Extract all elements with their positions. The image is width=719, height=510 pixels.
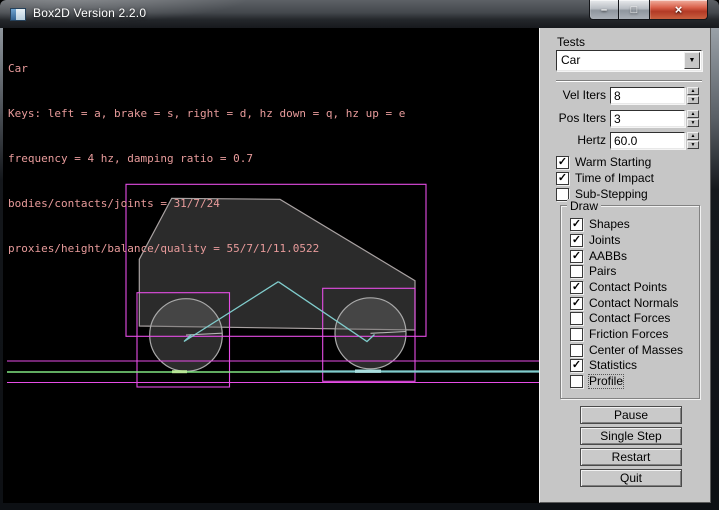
minimize-icon: – xyxy=(601,1,607,19)
app-icon xyxy=(10,8,26,21)
spinner-down-button[interactable]: ▼ xyxy=(687,119,699,127)
spinner-down-icon: ▼ xyxy=(691,98,696,103)
maximize-button[interactable]: □ xyxy=(619,0,649,20)
checkbox-box[interactable]: ✓ xyxy=(556,156,569,169)
control-panel: Tests Car ▼ Vel Iters ▲ ▼ Pos Iters ▲ ▼ … xyxy=(539,28,711,503)
checkbox-label: Statistics xyxy=(589,359,637,372)
checkbox-label: Friction Forces xyxy=(589,328,668,341)
checkbox-box[interactable]: ✓ xyxy=(570,218,583,231)
checkbox-label: Time of Impact xyxy=(575,172,654,185)
stats-line: frequency = 4 hz, damping ratio = 0.7 xyxy=(8,151,405,166)
test-select[interactable]: Car ▼ xyxy=(556,50,702,71)
maximize-icon: □ xyxy=(631,1,638,19)
checkbox-label: Center of Masses xyxy=(589,344,683,357)
close-button[interactable]: × xyxy=(649,0,708,20)
checkbox-label: Contact Normals xyxy=(589,297,678,310)
pos-iters-input[interactable] xyxy=(610,110,685,127)
dropdown-arrow-button[interactable]: ▼ xyxy=(684,52,700,69)
hertz-label: Hertz xyxy=(540,132,606,149)
single-step-button[interactable]: Single Step xyxy=(580,427,682,445)
spinner-up-button[interactable]: ▲ xyxy=(687,87,699,95)
vel-iters-label: Vel Iters xyxy=(540,87,606,104)
draw-group: Draw ✓ Shapes ✓ Joints ✓ AABBs Pairs ✓ C… xyxy=(560,205,700,399)
spinner-up-button[interactable]: ▲ xyxy=(687,110,699,118)
checkbox-box[interactable]: ✓ xyxy=(570,250,583,263)
stats-line: Keys: left = a, brake = s, right = d, hz… xyxy=(8,106,405,121)
quit-button[interactable]: Quit xyxy=(580,469,682,487)
checkbox-label: Pairs xyxy=(589,265,616,278)
stats-line: Car xyxy=(8,61,405,76)
spinner-up-icon: ▲ xyxy=(691,134,696,139)
spinner-up-icon: ▲ xyxy=(691,112,696,117)
spinner-up-button[interactable]: ▲ xyxy=(687,132,699,140)
window-border-right xyxy=(711,28,719,503)
restart-button[interactable]: Restart xyxy=(580,448,682,466)
checkbox-label: Joints xyxy=(589,234,620,247)
pos-iters-stepper: ▲ ▼ xyxy=(687,110,699,127)
checkbox-label: Contact Forces xyxy=(589,312,670,325)
stats-line: proxies/height/balance/quality = 55/7/1/… xyxy=(8,241,405,256)
checkbox-box[interactable]: ✓ xyxy=(570,281,583,294)
app-window: Box2D Version 2.2.0 – □ × xyxy=(0,0,719,510)
spinner-down-icon: ▼ xyxy=(691,121,696,126)
checkbox-box[interactable] xyxy=(570,265,583,278)
checkbox-label: Shapes xyxy=(589,218,630,231)
hertz-stepper: ▲ ▼ xyxy=(687,132,699,149)
spinner-down-button[interactable]: ▼ xyxy=(687,141,699,149)
hertz-input[interactable] xyxy=(610,132,685,149)
title-bar[interactable]: Box2D Version 2.2.0 – □ × xyxy=(0,0,719,28)
checkbox-box[interactable] xyxy=(570,312,583,325)
vel-iters-stepper: ▲ ▼ xyxy=(687,87,699,104)
test-select-value: Car xyxy=(561,53,580,67)
checkbox-box[interactable] xyxy=(570,344,583,357)
pos-iters-label: Pos Iters xyxy=(540,110,606,127)
checkbox-box[interactable]: ✓ xyxy=(570,297,583,310)
window-title: Box2D Version 2.2.0 xyxy=(33,6,146,20)
checkbox-label: Warm Starting xyxy=(575,156,651,169)
checkbox-box[interactable]: ✓ xyxy=(556,172,569,185)
spinner-down-button[interactable]: ▼ xyxy=(687,96,699,104)
checkbox-box[interactable] xyxy=(570,375,583,388)
vel-iters-input[interactable] xyxy=(610,87,685,104)
chevron-down-icon: ▼ xyxy=(689,57,696,64)
spinner-up-icon: ▲ xyxy=(691,89,696,94)
caption-buttons: – □ × xyxy=(589,0,708,20)
close-icon: × xyxy=(675,1,683,19)
stats-line: bodies/contacts/joints = 31/7/24 xyxy=(8,196,405,211)
tests-label: Tests xyxy=(557,35,585,49)
checkbox-box[interactable]: ✓ xyxy=(570,359,583,372)
draw-group-title: Draw xyxy=(567,199,601,213)
checkbox-label: Profile xyxy=(589,375,623,388)
pause-button[interactable]: Pause xyxy=(580,406,682,424)
separator xyxy=(556,80,702,82)
checkbox-label: Contact Points xyxy=(589,281,667,294)
button-column: Pause Single Step Restart Quit xyxy=(580,406,682,490)
checkbox-box[interactable] xyxy=(570,328,583,341)
checkbox-label: AABBs xyxy=(589,250,627,263)
spinner-down-icon: ▼ xyxy=(691,143,696,148)
window-border-bottom xyxy=(0,503,719,510)
minimize-button[interactable]: – xyxy=(589,0,619,20)
stats-overlay: Car Keys: left = a, brake = s, right = d… xyxy=(8,31,405,286)
simulation-canvas[interactable]: Car Keys: left = a, brake = s, right = d… xyxy=(3,28,539,503)
checkbox-box[interactable]: ✓ xyxy=(570,234,583,247)
